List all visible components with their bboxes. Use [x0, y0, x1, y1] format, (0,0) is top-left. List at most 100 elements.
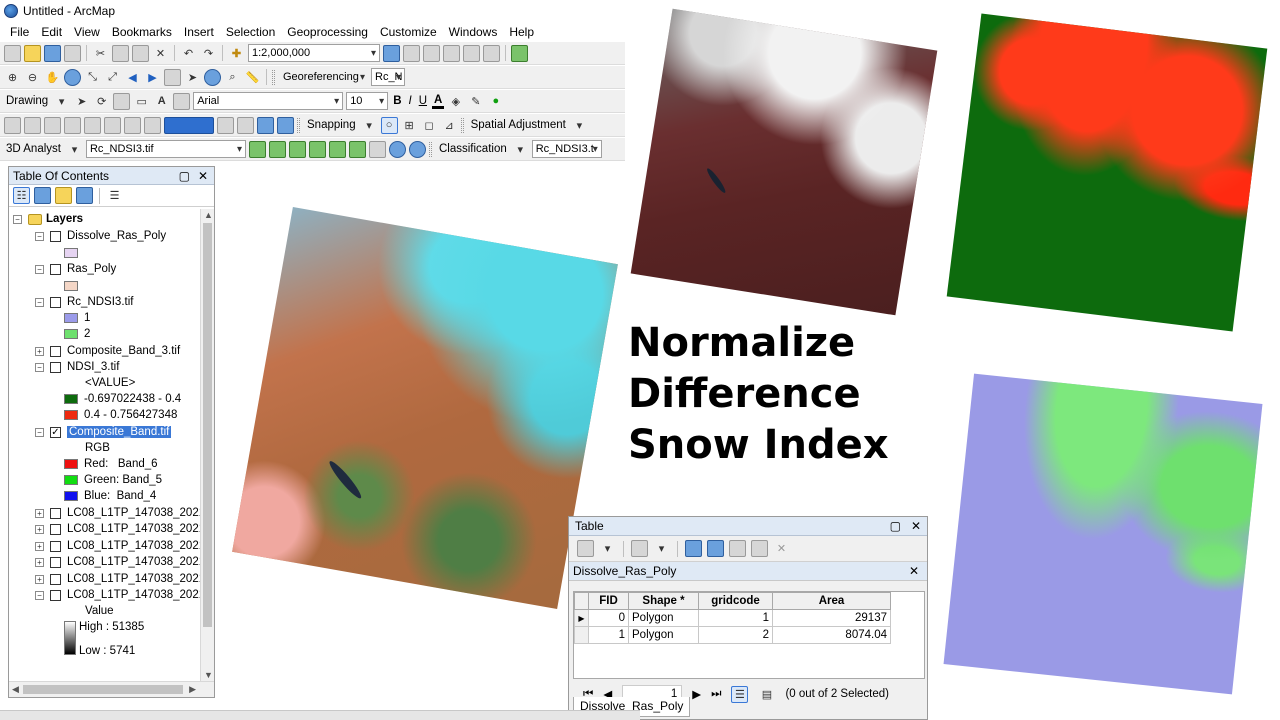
close-layer-tab-icon[interactable]: ✕ [909, 564, 927, 578]
interpolate-polygon-icon[interactable] [348, 140, 366, 158]
select-elements-arrow-icon[interactable]: ➤ [184, 69, 201, 86]
find-binoculars-icon[interactable]: ⌕ [224, 69, 241, 86]
spatial-adjustment-menu[interactable]: Spatial Adjustment [469, 119, 568, 131]
rotate-icon[interactable]: ⟳ [93, 93, 110, 110]
toc-layer[interactable]: + LC08_L1TP_147038_2021021 [35, 538, 200, 554]
toc-autohide-icon[interactable]: ▢ [179, 169, 190, 183]
end-snapping-icon[interactable]: ⊞ [401, 117, 418, 134]
show-all-records-icon[interactable]: ☰ [731, 685, 749, 703]
arcscene-icon[interactable] [388, 140, 406, 158]
cell-shape[interactable]: Polygon [628, 609, 699, 627]
dropdown-arrow-icon[interactable]: ▾ [599, 540, 616, 557]
full-extent-globe-icon[interactable] [64, 68, 81, 86]
collapse-icon[interactable]: − [35, 297, 44, 307]
redo-icon[interactable]: ↷ [200, 45, 217, 62]
scroll-down-icon[interactable]: ▼ [204, 670, 213, 680]
expand-icon[interactable]: + [35, 557, 44, 567]
cell-fid[interactable]: 1 [588, 626, 629, 644]
cut-icon[interactable]: ✂ [92, 45, 109, 62]
line-color-icon[interactable]: ✎ [467, 93, 484, 110]
arctoolbox-icon[interactable] [463, 44, 480, 62]
collapse-icon[interactable]: − [35, 590, 44, 600]
dropdown-arrow-icon[interactable]: ▾ [571, 117, 588, 134]
fixed-zoom-in-icon[interactable]: ⤡ [84, 69, 101, 86]
point-snapping-icon[interactable]: ○ [380, 116, 398, 134]
bold-button[interactable]: B [391, 95, 403, 107]
collapse-icon[interactable]: − [35, 264, 44, 274]
row-selector[interactable] [574, 626, 589, 644]
forward-arrow-icon[interactable]: ▶ [144, 69, 161, 86]
toc-options-icon[interactable]: ☰ [106, 187, 123, 204]
georeferencing-layer-combo[interactable]: Rc_N [371, 68, 405, 86]
delete-icon[interactable]: ✕ [152, 45, 169, 62]
layer-visibility-checkbox[interactable] [50, 540, 61, 552]
rectangle-icon[interactable]: ▭ [133, 93, 150, 110]
layout-tool-icon[interactable] [217, 116, 234, 134]
map-scale-combo[interactable]: 1:2,000,000 [248, 44, 380, 62]
switch-selection-icon[interactable] [707, 540, 724, 557]
related-tables-icon[interactable] [631, 540, 648, 557]
vertex-snapping-icon[interactable]: ◻ [421, 117, 438, 134]
font-color-button[interactable]: A [432, 94, 445, 109]
table-options-icon[interactable] [577, 540, 594, 557]
column-header-gridcode[interactable]: gridcode [698, 592, 773, 610]
column-header-fid[interactable]: FID [588, 592, 629, 610]
table-maximize-icon[interactable]: ▢ [890, 519, 901, 533]
symbol-swatch[interactable] [64, 248, 78, 258]
layout-tool-icon[interactable] [44, 116, 61, 134]
zoom-out-icon[interactable]: ⊖ [24, 69, 41, 86]
search-window-icon[interactable] [443, 44, 460, 62]
layout-tool-icon[interactable] [64, 116, 81, 134]
back-arrow-icon[interactable]: ◀ [124, 69, 141, 86]
layout-tool-icon[interactable] [277, 116, 294, 134]
column-header-shape[interactable]: Shape * [628, 592, 699, 610]
zoom-in-icon[interactable]: ⊕ [4, 69, 21, 86]
contour-icon[interactable] [248, 140, 266, 158]
undo-icon[interactable]: ↶ [180, 45, 197, 62]
catalog-window-icon[interactable] [423, 44, 440, 62]
cell-area[interactable]: 29137 [772, 609, 891, 627]
list-by-drawing-order-icon[interactable]: ☷ [13, 187, 30, 204]
toc-horizontal-scrollbar[interactable]: ◀ ▶ [9, 681, 214, 697]
expand-icon[interactable]: + [35, 524, 44, 534]
3d-analyst-layer-combo[interactable]: Rc_NDSI3.tif [85, 140, 246, 158]
list-by-source-icon[interactable] [34, 187, 51, 204]
toc-layer[interactable]: + LC08_L1TP_147038_2021021 [35, 571, 200, 587]
menu-bookmarks[interactable]: Bookmarks [106, 25, 178, 39]
python-window-icon[interactable] [483, 44, 500, 62]
scroll-left-icon[interactable]: ◀ [12, 684, 19, 695]
interpolate-line-icon[interactable] [328, 140, 346, 158]
table-close-icon[interactable]: ✕ [911, 519, 921, 533]
list-by-visibility-icon[interactable] [55, 187, 72, 204]
layer-visibility-checkbox[interactable] [50, 507, 61, 519]
symbol-swatch[interactable] [64, 394, 78, 404]
line-of-sight-icon[interactable] [288, 140, 306, 158]
new-map-icon[interactable] [4, 44, 21, 62]
toc-close-icon[interactable]: ✕ [198, 169, 208, 183]
symbol-swatch[interactable] [64, 459, 78, 469]
modelbuilder-icon[interactable] [511, 44, 528, 62]
dropdown-arrow-icon[interactable]: ▾ [66, 141, 83, 158]
table-row[interactable]: 1 Polygon 2 8074.04 [574, 626, 891, 644]
layers-root[interactable]: − Layers [13, 211, 83, 227]
identify-icon[interactable] [204, 68, 221, 86]
arcglobe-icon[interactable] [408, 140, 426, 158]
layer-visibility-checkbox[interactable] [50, 523, 61, 535]
print-icon[interactable] [64, 44, 81, 62]
save-icon[interactable] [44, 44, 61, 62]
scroll-thumb[interactable] [203, 223, 212, 627]
fixed-zoom-out-icon[interactable]: ⤢ [104, 69, 121, 86]
dropdown-arrow-icon[interactable]: ▾ [512, 141, 529, 158]
georeferencing-menu[interactable]: Georeferencing [280, 68, 368, 86]
fill-color-icon[interactable]: ◈ [447, 93, 464, 110]
scroll-right-icon[interactable]: ▶ [189, 684, 196, 695]
scroll-thumb[interactable] [23, 685, 183, 694]
expand-icon[interactable]: + [35, 541, 44, 551]
marker-color-icon[interactable]: ● [487, 93, 504, 110]
menu-edit[interactable]: Edit [35, 25, 68, 39]
cell-shape[interactable]: Polygon [628, 626, 699, 644]
menu-windows[interactable]: Windows [443, 25, 504, 39]
layout-tool-icon[interactable] [104, 116, 121, 134]
menu-customize[interactable]: Customize [374, 25, 443, 39]
classification-menu[interactable]: Classification [437, 143, 509, 155]
